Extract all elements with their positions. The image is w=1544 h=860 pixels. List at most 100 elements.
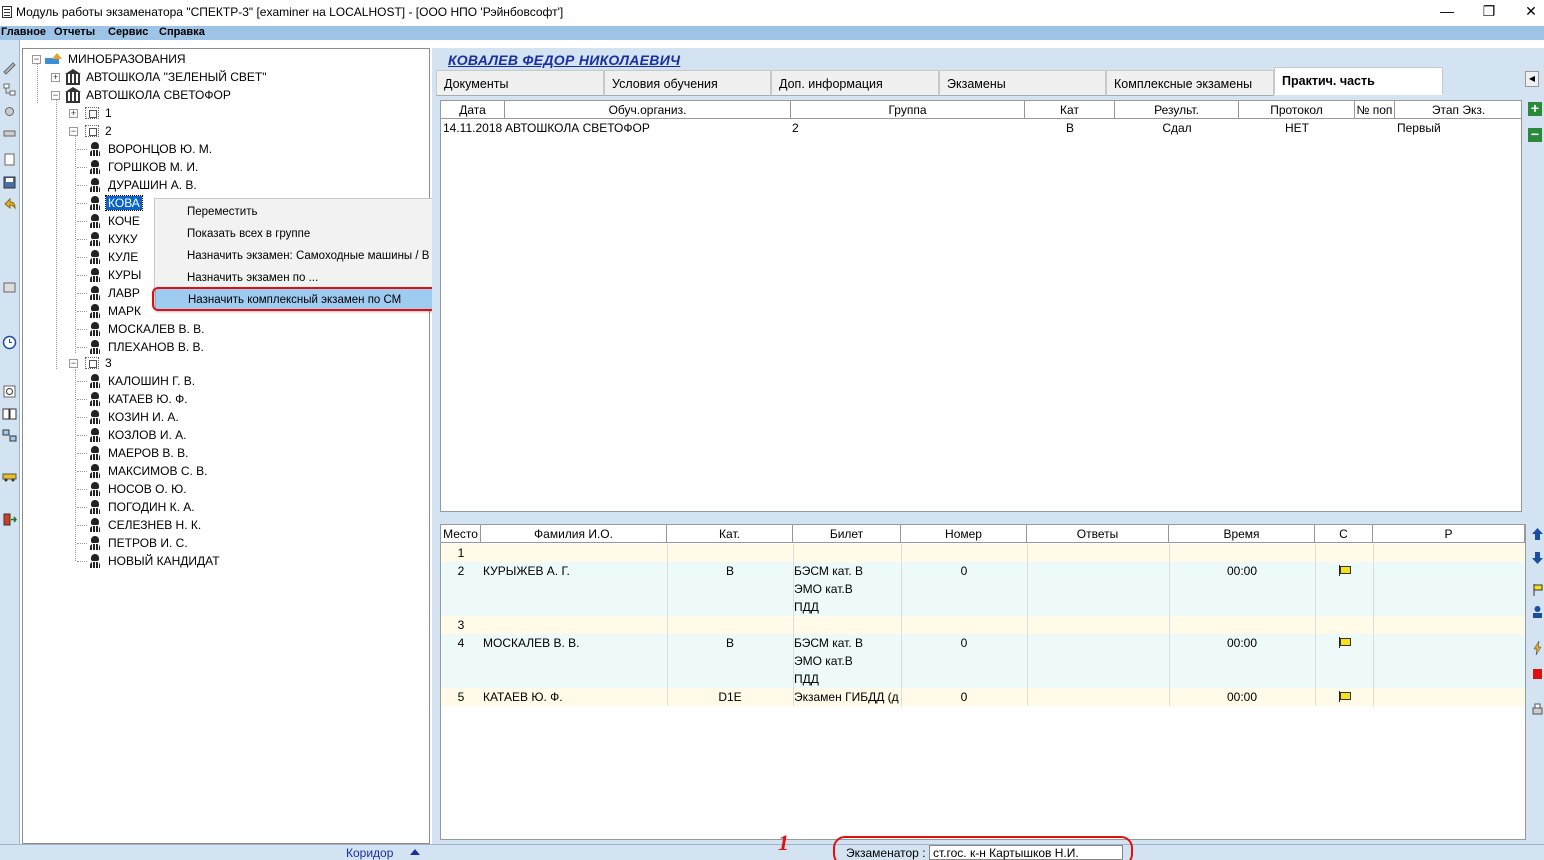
tree-student[interactable]: НОСОВ О. Ю. bbox=[77, 480, 189, 498]
collapse-toggle[interactable]: − bbox=[51, 91, 60, 100]
menu-item-service[interactable]: Сервис bbox=[108, 26, 148, 39]
tree-student[interactable]: ГОРШКОВ М. И. bbox=[77, 158, 200, 176]
remove-exam-button[interactable]: − bbox=[1528, 127, 1542, 142]
column-header-time[interactable]: Время bbox=[1169, 525, 1315, 543]
tree-student[interactable]: КУЛЕ bbox=[77, 248, 140, 266]
tab-additional-info[interactable]: Доп. информация bbox=[771, 70, 939, 96]
collapse-toggle[interactable]: − bbox=[69, 127, 78, 136]
pencil-icon[interactable] bbox=[2, 60, 17, 75]
tree-student[interactable]: НОВЫЙ КАНДИДАТ bbox=[77, 552, 222, 570]
flag-icon[interactable] bbox=[1338, 637, 1351, 648]
tree-student[interactable]: СЕЛЕЗНЕВ Н. К. bbox=[77, 516, 203, 534]
network-icon[interactable] bbox=[2, 428, 17, 443]
car-icon[interactable] bbox=[2, 468, 17, 483]
column-header-category[interactable]: Кат bbox=[1025, 101, 1115, 119]
undo-icon[interactable] bbox=[2, 196, 17, 211]
column-header-place[interactable]: Место bbox=[441, 525, 481, 543]
person-tool-icon[interactable] bbox=[1531, 604, 1544, 620]
corridor-expand-icon[interactable] bbox=[410, 849, 420, 855]
student-icon bbox=[89, 428, 101, 442]
tab-practical-part[interactable]: Практич. часть bbox=[1274, 67, 1443, 95]
tree-student[interactable]: ПОГОДИН К. А. bbox=[77, 498, 197, 516]
tree-student[interactable]: МОСКАЛЕВ В. В. bbox=[77, 320, 206, 338]
column-header-p[interactable]: Р bbox=[1373, 525, 1525, 543]
tree-student[interactable]: МАКСИМОВ С. В. bbox=[77, 462, 210, 480]
save-icon[interactable] bbox=[2, 175, 17, 190]
collapse-toggle[interactable]: − bbox=[32, 55, 41, 64]
move-icon[interactable] bbox=[2, 126, 17, 141]
tree-student[interactable]: МАРК bbox=[77, 302, 143, 320]
flag-icon[interactable] bbox=[1338, 565, 1351, 576]
tree-student-label: КОВА bbox=[105, 195, 143, 211]
tree-student[interactable]: КОЗЛОВ И. А. bbox=[77, 426, 188, 444]
cell-protocol: НЕТ bbox=[1285, 121, 1309, 135]
tab-training-conditions[interactable]: Условия обучения bbox=[604, 70, 771, 96]
tree-student[interactable]: КОВА bbox=[77, 194, 143, 212]
edit-doc-icon[interactable] bbox=[2, 152, 17, 167]
column-header-result[interactable]: Результ. bbox=[1115, 101, 1239, 119]
column-header-school[interactable]: Обуч.организ. bbox=[505, 101, 791, 119]
table-row[interactable]: 4 МОСКАЛЕВ В. В. В БЭСМ кат. В ЭМО кат.В ПДД 0… bbox=[441, 634, 1525, 688]
arrow-up-icon[interactable] bbox=[1531, 526, 1544, 542]
flag-icon[interactable] bbox=[1338, 691, 1351, 702]
tree-group-label: 1 bbox=[105, 106, 112, 120]
column-header-attempt[interactable]: № поп bbox=[1355, 101, 1395, 119]
column-header-protocol[interactable]: Протокол bbox=[1239, 101, 1355, 119]
print-icon[interactable] bbox=[1531, 702, 1544, 718]
tree-student[interactable]: КАТАЕВ Ю. Ф. bbox=[77, 390, 190, 408]
window-icon[interactable] bbox=[2, 280, 17, 295]
tree-student[interactable]: КОЗИН И. А. bbox=[77, 408, 181, 426]
expand-toggle[interactable]: + bbox=[51, 73, 60, 82]
tree-student[interactable]: ДУРАШИН А. В. bbox=[77, 176, 199, 194]
book-icon[interactable] bbox=[2, 406, 17, 421]
tab-exams[interactable]: Экзамены bbox=[939, 70, 1106, 96]
arrow-down-icon[interactable] bbox=[1531, 550, 1544, 566]
tree-student-label: МАЕРОВ В. В. bbox=[108, 446, 189, 460]
tree-student[interactable]: КУКУ bbox=[77, 230, 140, 248]
settings-icon[interactable] bbox=[2, 104, 17, 119]
column-header-date[interactable]: Дата bbox=[441, 101, 505, 119]
table-row[interactable]: 2 КУРЫЖЕВ А. Г. В БЭСМ кат. В ЭМО кат.В ПДД 0 0… bbox=[441, 562, 1525, 616]
tree-student[interactable]: ВОРОНЦОВ Ю. М. bbox=[77, 140, 214, 158]
menu-item-reports[interactable]: Отчеты bbox=[54, 26, 95, 39]
table-row[interactable]: 5 КАТАЕВ Ю. Ф. D1E Экзамен ГИБДД (д 0 00:00 bbox=[441, 688, 1525, 706]
tab-scroll-left-button[interactable]: ◀ bbox=[1525, 71, 1539, 87]
tree-student[interactable]: МАЕРОВ В. В. bbox=[77, 444, 190, 462]
tab-complex-exams[interactable]: Комплексные экзамены bbox=[1106, 70, 1274, 96]
column-header-answers[interactable]: Ответы bbox=[1027, 525, 1169, 543]
add-exam-button[interactable]: + bbox=[1528, 101, 1542, 116]
restore-button[interactable]: ❐ bbox=[1466, 0, 1512, 24]
tree-student[interactable]: КОЧЕ bbox=[77, 212, 142, 230]
table-row[interactable]: 1 bbox=[441, 544, 1525, 562]
column-header-ticket[interactable]: Билет bbox=[793, 525, 901, 543]
expand-toggle[interactable]: + bbox=[69, 109, 78, 118]
tree-student[interactable]: ЛАВР bbox=[77, 284, 142, 302]
table-row[interactable]: 3 bbox=[441, 616, 1525, 634]
clock-icon[interactable] bbox=[2, 335, 17, 350]
close-button[interactable]: ✕ bbox=[1508, 0, 1544, 24]
flag-tool-icon[interactable] bbox=[1531, 582, 1544, 598]
column-header-stage[interactable]: Этап Экз. bbox=[1395, 101, 1521, 119]
exit-icon[interactable] bbox=[2, 512, 17, 527]
tree-student[interactable]: КАЛОШИН Г. В. bbox=[77, 372, 197, 390]
stop-icon[interactable] bbox=[1531, 666, 1544, 682]
column-header-group[interactable]: Группа bbox=[791, 101, 1025, 119]
menu-item-main[interactable]: Главное bbox=[1, 26, 46, 39]
corridor-label[interactable]: Коридор bbox=[346, 846, 393, 860]
column-header-name[interactable]: Фамилия И.О. bbox=[481, 525, 667, 543]
column-header-number[interactable]: Номер bbox=[901, 525, 1027, 543]
table-row[interactable]: 14.11.2018 АВТОШКОЛА СВЕТОФОР 2 В Сдал Н… bbox=[441, 120, 1521, 136]
column-header-c[interactable]: С bbox=[1315, 525, 1373, 543]
tree-student[interactable]: КУРЫ bbox=[77, 266, 143, 284]
column-header-category[interactable]: Кат. bbox=[667, 525, 793, 543]
cell-time bbox=[1169, 545, 1315, 561]
minimize-button[interactable]: — bbox=[1424, 0, 1470, 24]
wheel-icon[interactable] bbox=[2, 384, 17, 399]
lightning-icon[interactable] bbox=[1531, 640, 1544, 656]
tree-icon[interactable] bbox=[2, 82, 17, 97]
menu-item-help[interactable]: Справка bbox=[159, 26, 205, 39]
collapse-toggle[interactable]: − bbox=[69, 359, 78, 368]
tab-documents[interactable]: Документы bbox=[436, 70, 604, 96]
cell-date: 14.11.2018 bbox=[443, 121, 503, 135]
tree-student[interactable]: ПЕТРОВ И. С. bbox=[77, 534, 190, 552]
